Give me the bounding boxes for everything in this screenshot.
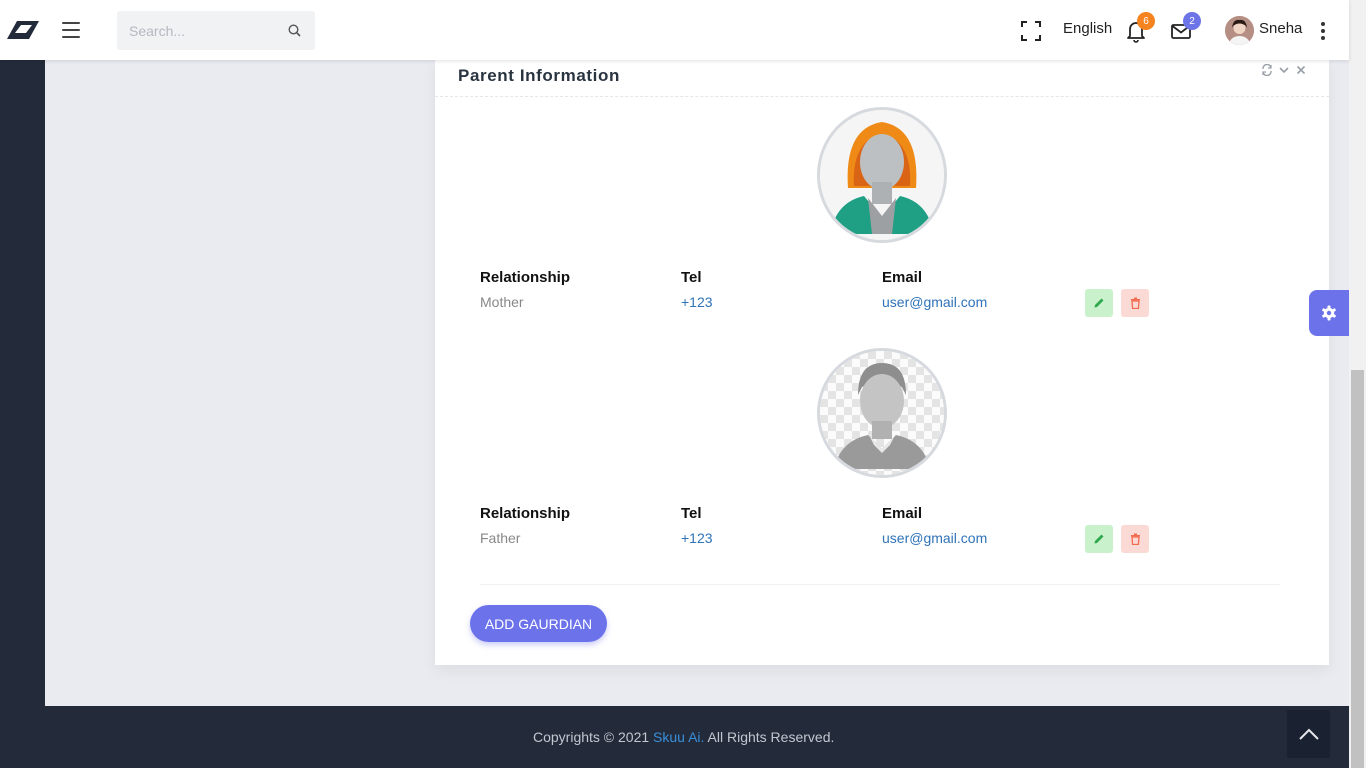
notification-badge: 6 <box>1137 12 1155 30</box>
trash-icon <box>1130 297 1140 309</box>
tel-link[interactable]: +123 <box>681 530 713 546</box>
kebab-icon[interactable] <box>1320 22 1326 40</box>
tel-link[interactable]: +123 <box>681 294 713 310</box>
chevron-down-icon[interactable] <box>1278 63 1290 75</box>
email-link[interactable]: user@gmail.com <box>882 294 987 310</box>
brand-link[interactable]: Skuu Ai. <box>653 729 704 745</box>
relationship-value: Father <box>480 530 521 546</box>
gear-icon <box>1322 305 1336 321</box>
email-label: Email <box>882 269 923 286</box>
parent-information-card: Parent Information Relationship Mother T… <box>435 60 1329 665</box>
search-input[interactable] <box>117 11 277 50</box>
settings-button[interactable] <box>1309 290 1349 336</box>
page-scrollbar[interactable] <box>1349 0 1366 768</box>
copyright-suffix: All Rights Reserved. <box>704 729 835 745</box>
card-tools <box>1261 63 1307 77</box>
relationship-value: Mother <box>480 294 524 310</box>
scroll-to-top-button[interactable] <box>1287 710 1330 758</box>
tel-label: Tel <box>681 269 702 286</box>
edit-button[interactable] <box>1085 525 1113 553</box>
tel-label: Tel <box>681 505 702 522</box>
logo-icon[interactable] <box>0 0 45 60</box>
add-guardian-button[interactable]: ADD GAURDIAN <box>470 605 607 642</box>
father-avatar <box>817 348 947 478</box>
edit-button[interactable] <box>1085 289 1113 317</box>
refresh-icon[interactable] <box>1261 63 1273 77</box>
menu-icon[interactable] <box>62 22 80 38</box>
username[interactable]: Sneha <box>1259 20 1302 37</box>
copyright-text: Copyrights © 2021 Skuu Ai. All Rights Re… <box>533 729 834 745</box>
relationship-label: Relationship <box>480 269 571 286</box>
relationship-label: Relationship <box>480 505 571 522</box>
top-header: English 6 2 Sneha <box>0 0 1349 60</box>
search-box <box>117 11 315 50</box>
scrollbar-thumb[interactable] <box>1351 370 1364 768</box>
trash-icon <box>1130 533 1140 545</box>
message-badge: 2 <box>1183 12 1201 30</box>
mother-avatar <box>817 107 947 243</box>
search-icon[interactable] <box>288 24 301 37</box>
chevron-up-icon <box>1298 728 1319 740</box>
pencil-icon <box>1094 534 1104 544</box>
delete-button[interactable] <box>1121 289 1149 317</box>
card-header: Parent Information <box>435 60 1329 97</box>
avatar[interactable] <box>1225 16 1254 45</box>
footer: Copyrights © 2021 Skuu Ai. All Rights Re… <box>0 706 1349 768</box>
email-link[interactable]: user@gmail.com <box>882 530 987 546</box>
copyright-prefix: Copyrights © 2021 <box>533 729 654 745</box>
pencil-icon <box>1094 298 1104 308</box>
delete-button[interactable] <box>1121 525 1149 553</box>
language-selector[interactable]: English <box>1063 20 1112 37</box>
fullscreen-icon[interactable] <box>1021 21 1041 41</box>
sidebar <box>0 0 45 768</box>
card-title: Parent Information <box>458 66 620 85</box>
email-label: Email <box>882 505 923 522</box>
close-icon[interactable] <box>1295 63 1307 75</box>
divider <box>480 584 1280 585</box>
